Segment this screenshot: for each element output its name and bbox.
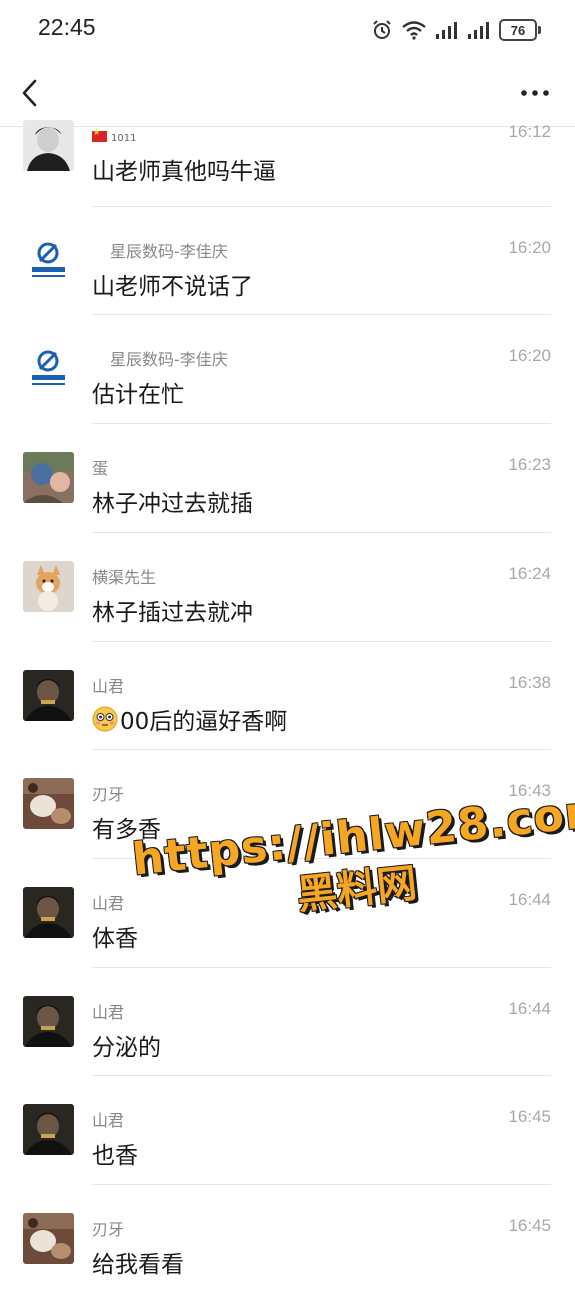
status-bar: 22:45 76 [0, 0, 575, 60]
message-time: 16:24 [508, 563, 551, 583]
sender-label: 山君 [92, 1002, 125, 1022]
sender-name: 山君 [92, 999, 124, 1023]
status-time: 22:45 [38, 14, 96, 40]
sender-label: 山君 [92, 893, 125, 913]
message-text[interactable]: 山老师不说话了 [92, 267, 253, 301]
message-body: 估计在忙 [92, 382, 184, 409]
sender-name: 山君 [92, 890, 124, 914]
message-divider [92, 1184, 551, 1185]
sender-name: 刃牙 [92, 1216, 124, 1240]
message-item[interactable]: 星辰数码-李佳庆 16:20 山老师不说话了 [0, 205, 575, 317]
sender-name: 星辰数码-李佳庆 [110, 238, 228, 262]
avatar[interactable] [23, 560, 74, 612]
message-text[interactable]: 林子冲过去就插 [92, 484, 253, 518]
message-text[interactable]: 也香 [92, 1136, 138, 1170]
message-text[interactable]: 分泌的 [92, 1028, 161, 1062]
message-divider [92, 749, 551, 751]
sender-label: 星辰数码-李佳庆 [110, 350, 228, 370]
message-body: 山老师真他吗牛逼 [92, 159, 276, 185]
avatar[interactable] [23, 120, 74, 171]
message-item[interactable]: 蛋 16:23 林子冲过去就插 [0, 423, 575, 534]
sender-name: 横渠先生 [92, 564, 156, 588]
message-item[interactable]: 刃牙 16:45 给我看看 [0, 1184, 575, 1295]
message-time: 16:12 [508, 122, 551, 141]
message-body: 林子插过去就冲 [92, 599, 253, 626]
message-text[interactable]: 山老师真他吗牛逼 [92, 152, 276, 186]
message-text[interactable]: 估计在忙 [92, 375, 184, 409]
message-divider [92, 205, 551, 207]
message-body: 也香 [92, 1143, 138, 1170]
sender-label: 蛋 [92, 459, 109, 479]
message-divider [92, 640, 551, 642]
message-divider [92, 314, 551, 316]
sender-label: 山君 [92, 676, 125, 696]
sender-label: 星辰数码-李佳庆 [110, 241, 228, 261]
sender-label: 山君 [92, 1111, 125, 1131]
alarm-icon [373, 20, 391, 39]
avatar[interactable] [23, 995, 74, 1047]
message-text[interactable]: 林子插过去就冲 [92, 593, 253, 627]
sender-name: 山君 [92, 673, 124, 697]
message-item[interactable]: 山君 16:38 00后的逼好香啊 [0, 640, 575, 752]
avatar[interactable] [23, 669, 74, 721]
message-divider [92, 1075, 551, 1077]
message-item[interactable]: 山君 16:45 也香 [0, 1075, 575, 1186]
message-time: 16:38 [508, 672, 551, 692]
message-body: 分泌的 [92, 1034, 161, 1061]
avatar[interactable] [23, 886, 74, 938]
message-body: 00后的逼好香啊 [120, 708, 288, 735]
signal-icon [468, 22, 489, 39]
sender-label: 刃牙 [92, 1220, 125, 1239]
sender-label: 刃牙 [92, 785, 125, 805]
message-body: 体香 [92, 925, 138, 952]
message-time: 16:44 [508, 998, 551, 1018]
avatar[interactable] [23, 343, 74, 395]
avatar[interactable] [23, 452, 74, 504]
sender-name: 1011 [92, 126, 136, 145]
message-text[interactable]: 00后的逼好香啊 [92, 702, 287, 736]
status-icons: 76 [371, 16, 541, 44]
message-text[interactable]: 给我看看 [92, 1245, 184, 1279]
message-body: 山老师不说话了 [92, 273, 253, 300]
signal-icon [436, 22, 457, 39]
avatar[interactable] [23, 1104, 74, 1156]
message-body: 给我看看 [92, 1252, 184, 1278]
message-body: 林子冲过去就插 [92, 491, 253, 518]
wifi-icon [402, 21, 426, 40]
message-divider [92, 423, 551, 425]
sender-label: 横渠先生 [92, 567, 157, 587]
message-time: 16:45 [508, 1216, 551, 1235]
sender-name: 刃牙 [92, 781, 124, 805]
message-time: 16:45 [508, 1107, 551, 1127]
sender-name: 山君 [92, 1107, 124, 1131]
avatar[interactable] [23, 234, 74, 286]
avatar[interactable] [23, 778, 74, 830]
message-time: 16:23 [508, 455, 551, 475]
message-divider [92, 531, 551, 533]
sender-name: 蛋 [92, 455, 108, 479]
message-item[interactable]: 1011 16:12 山老师真他吗牛逼 [0, 100, 575, 208]
avatar[interactable] [23, 1213, 74, 1264]
message-time: 16:20 [508, 346, 551, 366]
flushed-face-emoji [92, 706, 118, 732]
sender-badge: 1011 [111, 133, 137, 144]
message-item[interactable]: 山君 16:44 分泌的 [0, 966, 575, 1078]
flag-icon [92, 128, 107, 142]
message-item[interactable]: 横渠先生 16:24 林子插过去就冲 [0, 531, 575, 643]
message-text[interactable]: 体香 [92, 919, 138, 953]
battery-indicator: 76 [499, 19, 541, 41]
more-dots-icon [521, 90, 549, 96]
sender-name: 星辰数码-李佳庆 [110, 346, 228, 370]
message-time: 16:20 [508, 237, 551, 257]
message-item[interactable]: 星辰数码-李佳庆 16:20 估计在忙 [0, 314, 575, 425]
